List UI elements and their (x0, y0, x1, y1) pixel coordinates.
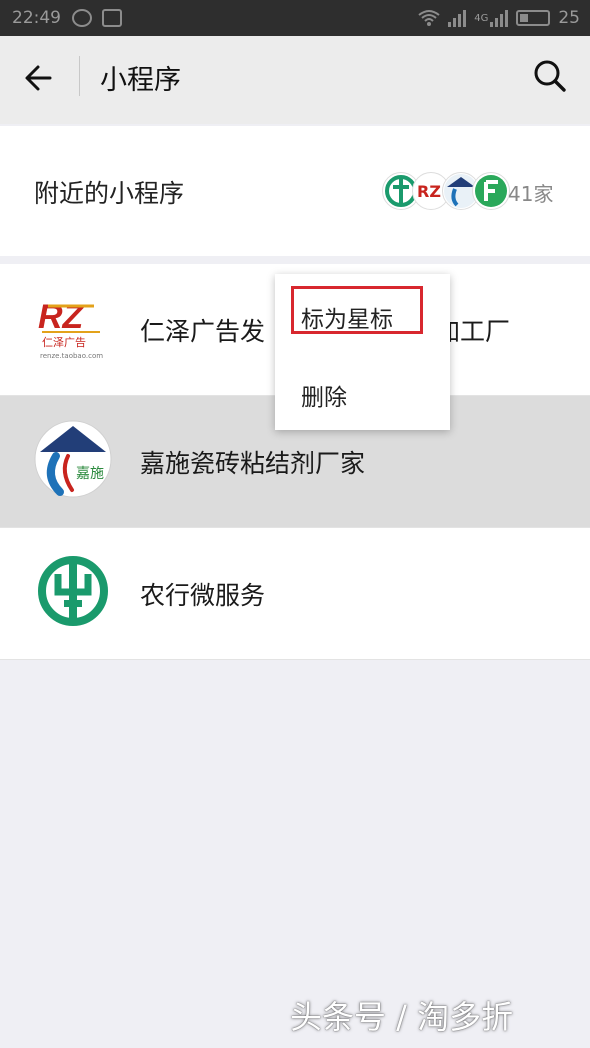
nearby-mini-programs-row[interactable]: 附近的小程序 RZ 41家 (0, 126, 590, 256)
green-f-logo-icon (472, 172, 510, 210)
battery-level: 25 (558, 8, 580, 28)
watermark: 头条号 / 淘多折 (290, 998, 514, 1036)
rz-logo-text: RZ (38, 298, 85, 336)
delete-menu-item[interactable]: 删除 (301, 378, 347, 412)
status-notification-icons (72, 9, 122, 27)
nearby-label: 附近的小程序 (34, 179, 185, 208)
list-item-name: 嘉施瓷砖粘结剂厂家 (140, 449, 366, 478)
nav-divider (79, 56, 80, 96)
page-title: 小程序 (100, 65, 181, 96)
jiashi-logo-text: 嘉施 (76, 466, 104, 482)
network-type: 4G (474, 12, 489, 24)
rz-logo-subtext: 仁泽广告 (42, 336, 86, 349)
status-bar: 22:49 4G 25 (0, 0, 590, 36)
abc-bank-logo (34, 552, 112, 630)
nav-bar: 小程序 (0, 36, 590, 124)
renze-logo: RZ 仁泽广告 renze.taobao.com (34, 288, 112, 366)
wifi-icon (418, 10, 440, 26)
search-button[interactable] (530, 56, 570, 96)
sync-icon (72, 9, 92, 27)
image-notification-icon (102, 9, 122, 27)
signal-icon-2 (490, 9, 509, 27)
search-icon (534, 60, 566, 92)
nearby-icon-stack: RZ (382, 172, 510, 210)
svg-text:RZ: RZ (417, 182, 441, 201)
rz-logo-url: renze.taobao.com (40, 352, 103, 360)
signal-icon (448, 9, 467, 27)
nearby-count: 41家 (508, 182, 554, 206)
context-menu: 标为星标 删除 (275, 274, 450, 430)
arrow-left-icon (25, 65, 52, 91)
jiashi-logo: 嘉施 (34, 420, 112, 498)
list-item-name: 农行微服务 (140, 581, 266, 610)
back-button[interactable] (20, 58, 60, 98)
list-item-abc[interactable]: 农行微服务 (0, 528, 590, 660)
status-right: 4G 25 (418, 8, 580, 28)
mark-star-menu-item[interactable]: 标为星标 (301, 300, 393, 334)
status-time: 22:49 (12, 8, 61, 28)
battery-icon (516, 10, 551, 26)
